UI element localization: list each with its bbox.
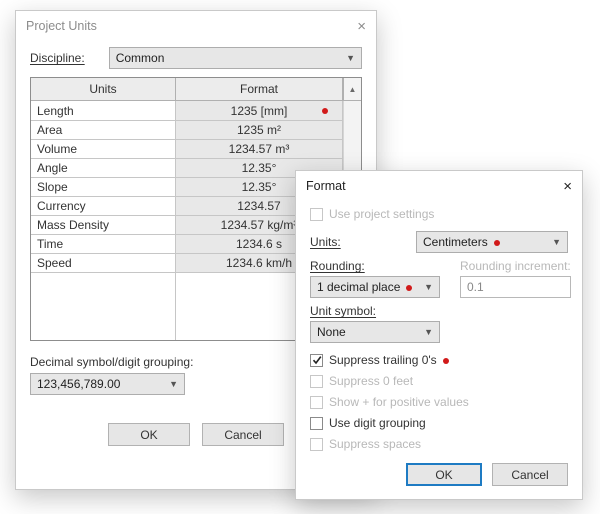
unit-name-cell: Slope: [31, 178, 176, 196]
show-plus-checkbox: Show + for positive values: [310, 395, 568, 409]
ok-button[interactable]: OK: [108, 423, 190, 446]
unit-name-cell: Mass Density: [31, 216, 176, 234]
discipline-value: Common: [116, 51, 165, 65]
unit-name-cell: Currency: [31, 197, 176, 215]
chevron-down-icon: ▼: [424, 282, 433, 292]
cancel-button[interactable]: Cancel: [202, 423, 284, 446]
use-digit-grouping-checkbox[interactable]: Use digit grouping: [310, 416, 568, 430]
suppress-trailing-checkbox[interactable]: Suppress trailing 0's: [310, 353, 568, 367]
dot-icon: [322, 108, 328, 114]
decimal-grouping-value: 123,456,789.00: [37, 377, 120, 391]
table-row[interactable]: Area1235 m²: [31, 120, 343, 139]
discipline-label: Discipline:: [30, 51, 85, 65]
units-col-header[interactable]: Units: [31, 78, 176, 101]
chevron-down-icon: ▼: [424, 327, 433, 337]
chevron-down-icon: ▼: [552, 237, 561, 247]
unit-symbol-value: None: [317, 325, 346, 339]
unit-name-cell: Angle: [31, 159, 176, 177]
rounding-increment-label: Rounding increment:: [460, 259, 571, 273]
table-row[interactable]: Length1235 [mm]: [31, 101, 343, 120]
unit-name-cell: Area: [31, 121, 176, 139]
checkmark-icon: [310, 354, 323, 367]
format-title: Format: [306, 179, 346, 193]
suppress-spaces-checkbox: Suppress spaces: [310, 437, 568, 451]
unit-name-cell: Time: [31, 235, 176, 253]
unit-format-cell[interactable]: 1235 m²: [176, 121, 343, 139]
use-project-settings-checkbox: Use project settings: [310, 207, 434, 221]
unit-format-cell[interactable]: 1234.57 m³: [176, 140, 343, 158]
discipline-select[interactable]: Common ▼: [109, 47, 362, 69]
ok-button[interactable]: OK: [406, 463, 482, 486]
format-dialog: Format × Use project settings Units: Cen…: [295, 170, 583, 500]
chevron-down-icon: ▼: [169, 379, 178, 389]
unit-format-cell[interactable]: 1235 [mm]: [176, 101, 343, 120]
dot-icon: [443, 358, 449, 364]
unit-name-cell: Length: [31, 101, 176, 120]
close-icon[interactable]: ×: [346, 19, 366, 34]
rounding-increment-input: 0.1: [460, 276, 571, 298]
units-value: Centimeters: [423, 235, 488, 249]
dot-icon: [494, 240, 500, 246]
unit-symbol-label: Unit symbol:: [310, 304, 568, 318]
dot-icon: [406, 285, 412, 291]
scroll-up-icon[interactable]: ▲: [343, 78, 361, 101]
format-titlebar[interactable]: Format ×: [296, 171, 582, 201]
cancel-button[interactable]: Cancel: [492, 463, 568, 486]
rounding-value: 1 decimal place: [317, 280, 400, 294]
chevron-down-icon: ▼: [346, 53, 355, 63]
units-label: Units:: [310, 235, 406, 249]
unit-name-cell: Speed: [31, 254, 176, 272]
rounding-increment-value: 0.1: [467, 280, 484, 294]
unit-symbol-select[interactable]: None ▼: [310, 321, 440, 343]
unit-name-cell: Volume: [31, 140, 176, 158]
close-icon[interactable]: ×: [552, 179, 572, 194]
rounding-select[interactable]: 1 decimal place ▼: [310, 276, 440, 298]
project-units-title: Project Units: [26, 19, 97, 33]
format-col-header[interactable]: Format: [176, 78, 343, 101]
suppress-0-feet-checkbox: Suppress 0 feet: [310, 374, 568, 388]
table-row[interactable]: Volume1234.57 m³: [31, 139, 343, 158]
decimal-grouping-select[interactable]: 123,456,789.00 ▼: [30, 373, 185, 395]
project-units-titlebar[interactable]: Project Units ×: [16, 11, 376, 41]
rounding-label: Rounding:: [310, 259, 440, 273]
units-select[interactable]: Centimeters ▼: [416, 231, 568, 253]
